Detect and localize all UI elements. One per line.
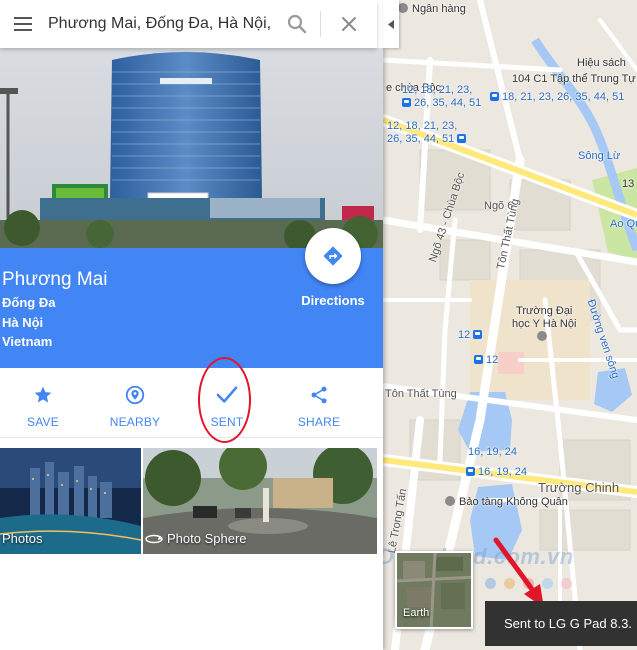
- map-label-bus-top-mid: 12, 18, 21, 23, 26, 35, 44, 51: [402, 84, 482, 109]
- photo-sphere-caption: Photo Sphere: [145, 531, 247, 546]
- map-label-bus-16-a: 16, 19, 24: [468, 446, 517, 458]
- share-icon: [311, 386, 327, 404]
- school-icon: [537, 331, 548, 341]
- star-icon: [34, 386, 52, 403]
- save-button[interactable]: SAVE: [1, 368, 85, 438]
- sent-button[interactable]: SENT: [185, 368, 269, 438]
- search-icon: [287, 14, 307, 34]
- bus-stop-icon: [490, 92, 499, 101]
- map-label-ton-that-tung-h: Tôn Thất Tùng: [385, 388, 457, 400]
- bus-stop-icon: [473, 330, 483, 339]
- directions-button[interactable]: [305, 228, 361, 284]
- map-label-tap-the: 104 C1 Tập thể Trung Tự: [512, 73, 636, 85]
- save-label: SAVE: [27, 415, 59, 429]
- photos-tile[interactable]: Photos: [0, 448, 141, 554]
- building-photo: MITSUBISHI ELECTRIC: [0, 48, 383, 248]
- share-button[interactable]: SHARE: [277, 368, 361, 438]
- map-label-ngan-hang: Ngân hàng: [398, 3, 466, 15]
- museum-icon: [445, 496, 455, 506]
- place-pin-icon: [125, 385, 145, 405]
- place-header: Phương Mai Đống Đa Hà Nội Vietnam Direct…: [0, 228, 383, 368]
- bank-icon: [398, 3, 408, 13]
- hero-photo[interactable]: MITSUBISHI ELECTRIC: [0, 48, 383, 248]
- collapse-arrow-icon: [387, 19, 394, 29]
- photo-sphere-icon: [145, 534, 163, 543]
- bus-stop-icon: [457, 134, 467, 143]
- map-label-truong-chinh: Trường Chinh: [538, 480, 620, 495]
- map-label-bus-16-b: 16, 19, 24: [466, 466, 527, 478]
- address-line-country: Vietnam: [2, 334, 53, 349]
- directions-icon: [323, 246, 343, 266]
- map-label-song-lu: Sông Lừ: [578, 150, 621, 162]
- place-panel: MITSUBISHI ELECTRIC Phương Mai Đống Đa H…: [0, 0, 383, 650]
- photo-sphere-tile[interactable]: Photo Sphere: [143, 448, 377, 554]
- map-label-edge: 13: [622, 178, 635, 190]
- map-label-bus-left: 12, 18, 21, 23, 26, 35, 44, 51: [387, 120, 469, 146]
- bus-stop-icon: [402, 98, 411, 107]
- check-icon: [216, 386, 238, 403]
- map-label-bus-12-a: 12: [458, 329, 485, 341]
- nearby-button[interactable]: NEARBY: [93, 368, 177, 438]
- sent-label: SENT: [210, 415, 244, 429]
- bus-stop-icon: [474, 355, 483, 364]
- menu-icon[interactable]: [0, 0, 46, 48]
- action-row: SAVE NEARBY SENT SHARE: [0, 368, 383, 438]
- close-icon: [342, 17, 356, 31]
- earth-view-toggle[interactable]: Earth: [395, 551, 473, 629]
- map-label-bao-tang: Bảo tàng Không Quân: [445, 496, 568, 508]
- photos-caption: Photos: [2, 531, 43, 546]
- map-label-truong-dai-hoc: Trường Đại học Y Hà Nội: [512, 305, 576, 344]
- search-box: [0, 0, 377, 48]
- earth-label: Earth: [403, 607, 430, 619]
- collapse-panel-button[interactable]: [383, 0, 399, 48]
- place-title: Phương Mai: [2, 269, 108, 290]
- bus-stop-icon: [466, 467, 475, 476]
- sent-toast: Sent to LG G Pad 8.3.: [485, 601, 637, 646]
- address-line-district: Đống Đa: [2, 295, 56, 310]
- map-label-bus-top-right: 18, 21, 23, 26, 35, 44, 51: [490, 91, 624, 103]
- address-line-city: Hà Nội: [2, 315, 44, 330]
- map-label-ao-quan: Ao Quán: [610, 218, 637, 230]
- search-button[interactable]: [274, 0, 320, 48]
- map-label-bus-12-b: 12: [474, 354, 498, 366]
- photo-strip: Photos Photo Sphere: [0, 448, 383, 554]
- nearby-label: NEARBY: [109, 415, 161, 429]
- map-label-hieu-sach: Hiệu sách: [577, 57, 626, 69]
- directions-label[interactable]: Directions: [292, 293, 374, 308]
- share-label: SHARE: [297, 415, 341, 429]
- search-input[interactable]: [48, 15, 272, 33]
- close-button[interactable]: [321, 0, 377, 48]
